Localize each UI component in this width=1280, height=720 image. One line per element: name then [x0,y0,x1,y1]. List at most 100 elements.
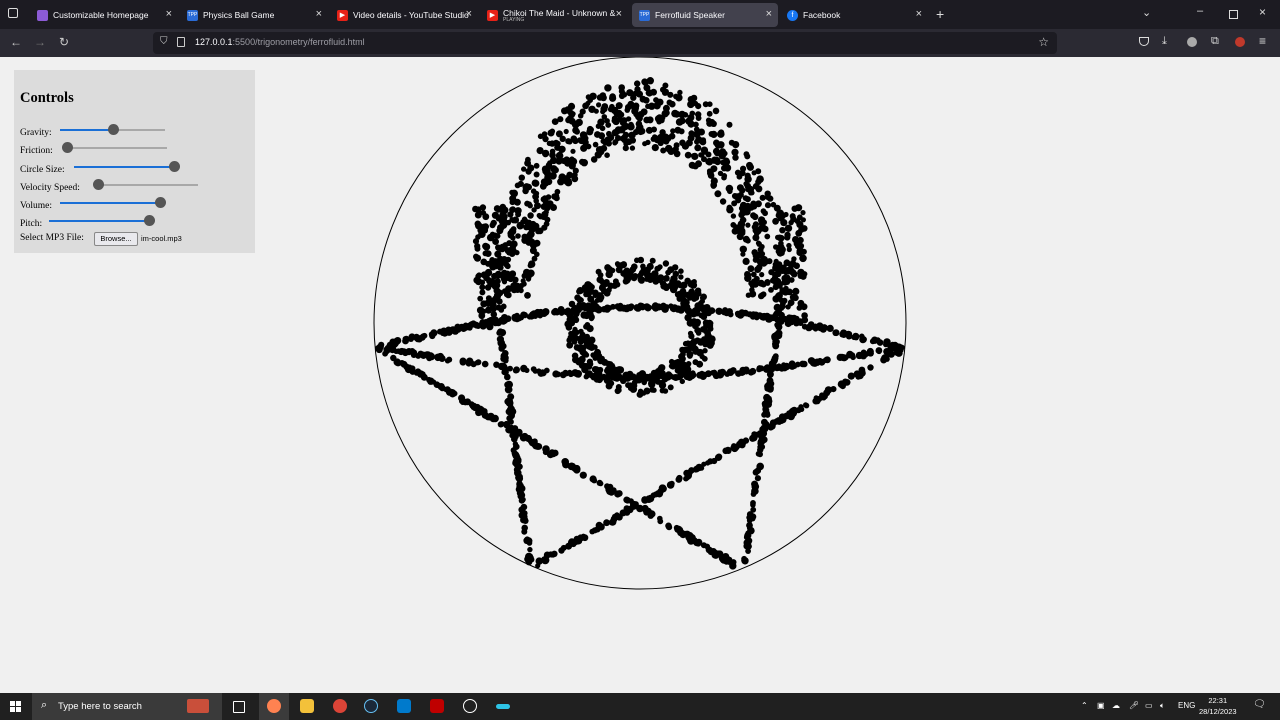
tab-label: Chikoi The Maid - Unknown & [503,7,616,18]
steam-icon[interactable] [364,699,378,713]
vscode-icon[interactable] [397,699,411,713]
close-icon[interactable]: × [316,8,322,20]
speaker-icon[interactable]: 🔈︎ [1160,701,1165,711]
friction-slider[interactable] [62,142,167,153]
clock-date: 28/12/2023 [1199,707,1237,716]
tab-overview-icon[interactable] [8,8,18,18]
microphone-icon[interactable]: 🎤︎ [1129,701,1139,710]
extensions-icon[interactable]: ⧉ [1211,35,1219,48]
youtube-icon: ▶ [337,9,348,21]
taskbar-search-box[interactable]: ⌕ Type here to search [32,693,222,720]
slider-thumb[interactable] [93,179,104,190]
dev-server-favicon-icon: TPP [187,9,198,21]
browse-button[interactable]: Browse... [94,232,138,246]
tab-physics-ball-game[interactable]: TPP Physics Ball Game × [180,3,328,27]
search-icon: ⌕ [41,699,48,711]
shield-icon[interactable]: ⛉ [160,36,168,47]
reload-icon[interactable]: ↻ [56,35,72,49]
extension-red-icon[interactable] [1235,37,1245,47]
pitch-label: Pitch: [20,219,43,229]
tab-label: Facebook [803,10,841,20]
volume-label: Volume: [20,201,53,211]
network-icon[interactable]: ▭ [1145,701,1153,710]
task-view-icon[interactable] [233,701,245,713]
mp3-file-label: Select MP3 File: [20,233,84,243]
window-close-icon[interactable]: × [1259,5,1266,19]
bookmark-star-icon[interactable]: ☆ [1038,35,1049,49]
close-icon[interactable]: × [916,8,922,20]
forward-arrow-icon[interactable]: → [32,35,48,49]
browser-tab-strip: Customizable Homepage × TPP Physics Ball… [0,0,1280,29]
slider-fill [49,220,149,222]
tab-facebook[interactable]: f Facebook × [780,3,928,27]
restore-icon[interactable] [1229,10,1238,19]
filezilla-icon[interactable] [430,699,444,713]
minimize-icon[interactable]: – [1197,5,1203,17]
tab-label: Ferrofluid Speaker [655,10,725,20]
controls-title: Controls [20,90,74,106]
homepage-favicon-icon [37,9,48,21]
menu-icon[interactable]: ≡ [1259,34,1266,48]
back-arrow-icon[interactable]: ← [8,35,24,49]
app-circle-icon[interactable] [463,699,477,713]
page-info-icon[interactable] [177,37,185,47]
controls-panel: Controls Gravity: Friction: Circle Size:… [14,70,255,253]
navigation-toolbar: ← → ↻ ⛉ 127.0.0.1:5500/trigonometry/ferr… [0,29,1280,57]
slider-thumb[interactable] [107,124,119,135]
tab-label-group: Chikoi The Maid - Unknown & PLAYING [503,8,628,23]
youtube-icon: ▶ [487,9,498,21]
file-explorer-icon[interactable] [300,699,314,713]
new-tab-button[interactable]: + [936,6,944,22]
windows-taskbar: ⌕ Type here to search ⌃ ▣ ☁ 🎤︎ ▭ 🔈︎ ENG … [0,693,1280,720]
dev-server-favicon-icon: TPP [639,9,650,21]
tray-app-icon[interactable]: ▣ [1097,701,1105,710]
tab-ferrofluid-speaker[interactable]: TPP Ferrofluid Speaker × [632,3,778,27]
ferrofluid-particles [375,77,905,570]
list-all-tabs-icon[interactable]: ⌄ [1142,6,1151,19]
chrome-icon[interactable] [333,699,347,713]
url-path: :5500/trigonometry/ferrofluid.html [232,37,365,47]
circle-size-label: Circle Size: [20,165,65,175]
pitch-slider[interactable] [49,215,155,226]
onedrive-icon[interactable]: ☁ [1112,701,1120,710]
app-wave-icon[interactable] [496,704,510,709]
playing-indicator: PLAYING [503,16,525,23]
facebook-icon: f [787,9,798,21]
circle-size-slider[interactable] [74,161,180,172]
slider-thumb[interactable] [155,197,166,208]
tab-chikoi-the-maid[interactable]: ▶ Chikoi The Maid - Unknown & PLAYING × [480,3,628,27]
downloads-icon[interactable]: ⤓ [1162,35,1167,48]
close-icon[interactable]: × [466,8,472,20]
clock-time: 22:31 [1208,696,1228,705]
friction-label: Friction: [20,146,53,156]
slider-thumb[interactable] [169,161,180,172]
tab-customizable-homepage[interactable]: Customizable Homepage × [30,3,178,27]
close-icon[interactable]: × [166,8,172,20]
volume-slider[interactable] [60,197,166,208]
selected-file-name: im-cool.mp3 [141,234,182,243]
slider-fill [74,166,174,168]
slider-thumb[interactable] [62,142,73,153]
slider-fill [60,202,160,204]
tab-youtube-studio[interactable]: ▶ Video details - YouTube Studio × [330,3,478,27]
gravity-slider[interactable] [60,124,165,135]
slider-thumb[interactable] [144,215,155,226]
firefox-active-indicator [259,693,289,720]
address-bar[interactable]: ⛉ 127.0.0.1:5500/trigonometry/ferrofluid… [153,32,1057,54]
close-icon[interactable]: × [766,8,772,20]
account-icon[interactable] [1187,37,1197,47]
language-indicator[interactable]: ENG [1178,701,1195,710]
url-text[interactable]: 127.0.0.1:5500/trigonometry/ferrofluid.h… [195,37,365,47]
windows-start-icon[interactable] [10,701,21,712]
slider-fill [60,129,113,131]
page-content: Controls Gravity: Friction: Circle Size:… [0,57,1280,693]
calendar-widget-icon[interactable] [187,699,209,713]
velocity-speed-slider[interactable] [93,179,198,190]
pocket-icon[interactable] [1139,37,1149,46]
gravity-label: Gravity: [20,128,52,138]
notification-icon[interactable]: 🗨︎ [1253,699,1266,710]
tray-overflow-icon[interactable]: ⌃ [1081,701,1088,710]
close-icon[interactable]: × [616,8,622,20]
taskbar-clock[interactable]: 22:31 28/12/2023 [1199,695,1237,717]
velocity-speed-label: Velocity Speed: [20,183,80,193]
